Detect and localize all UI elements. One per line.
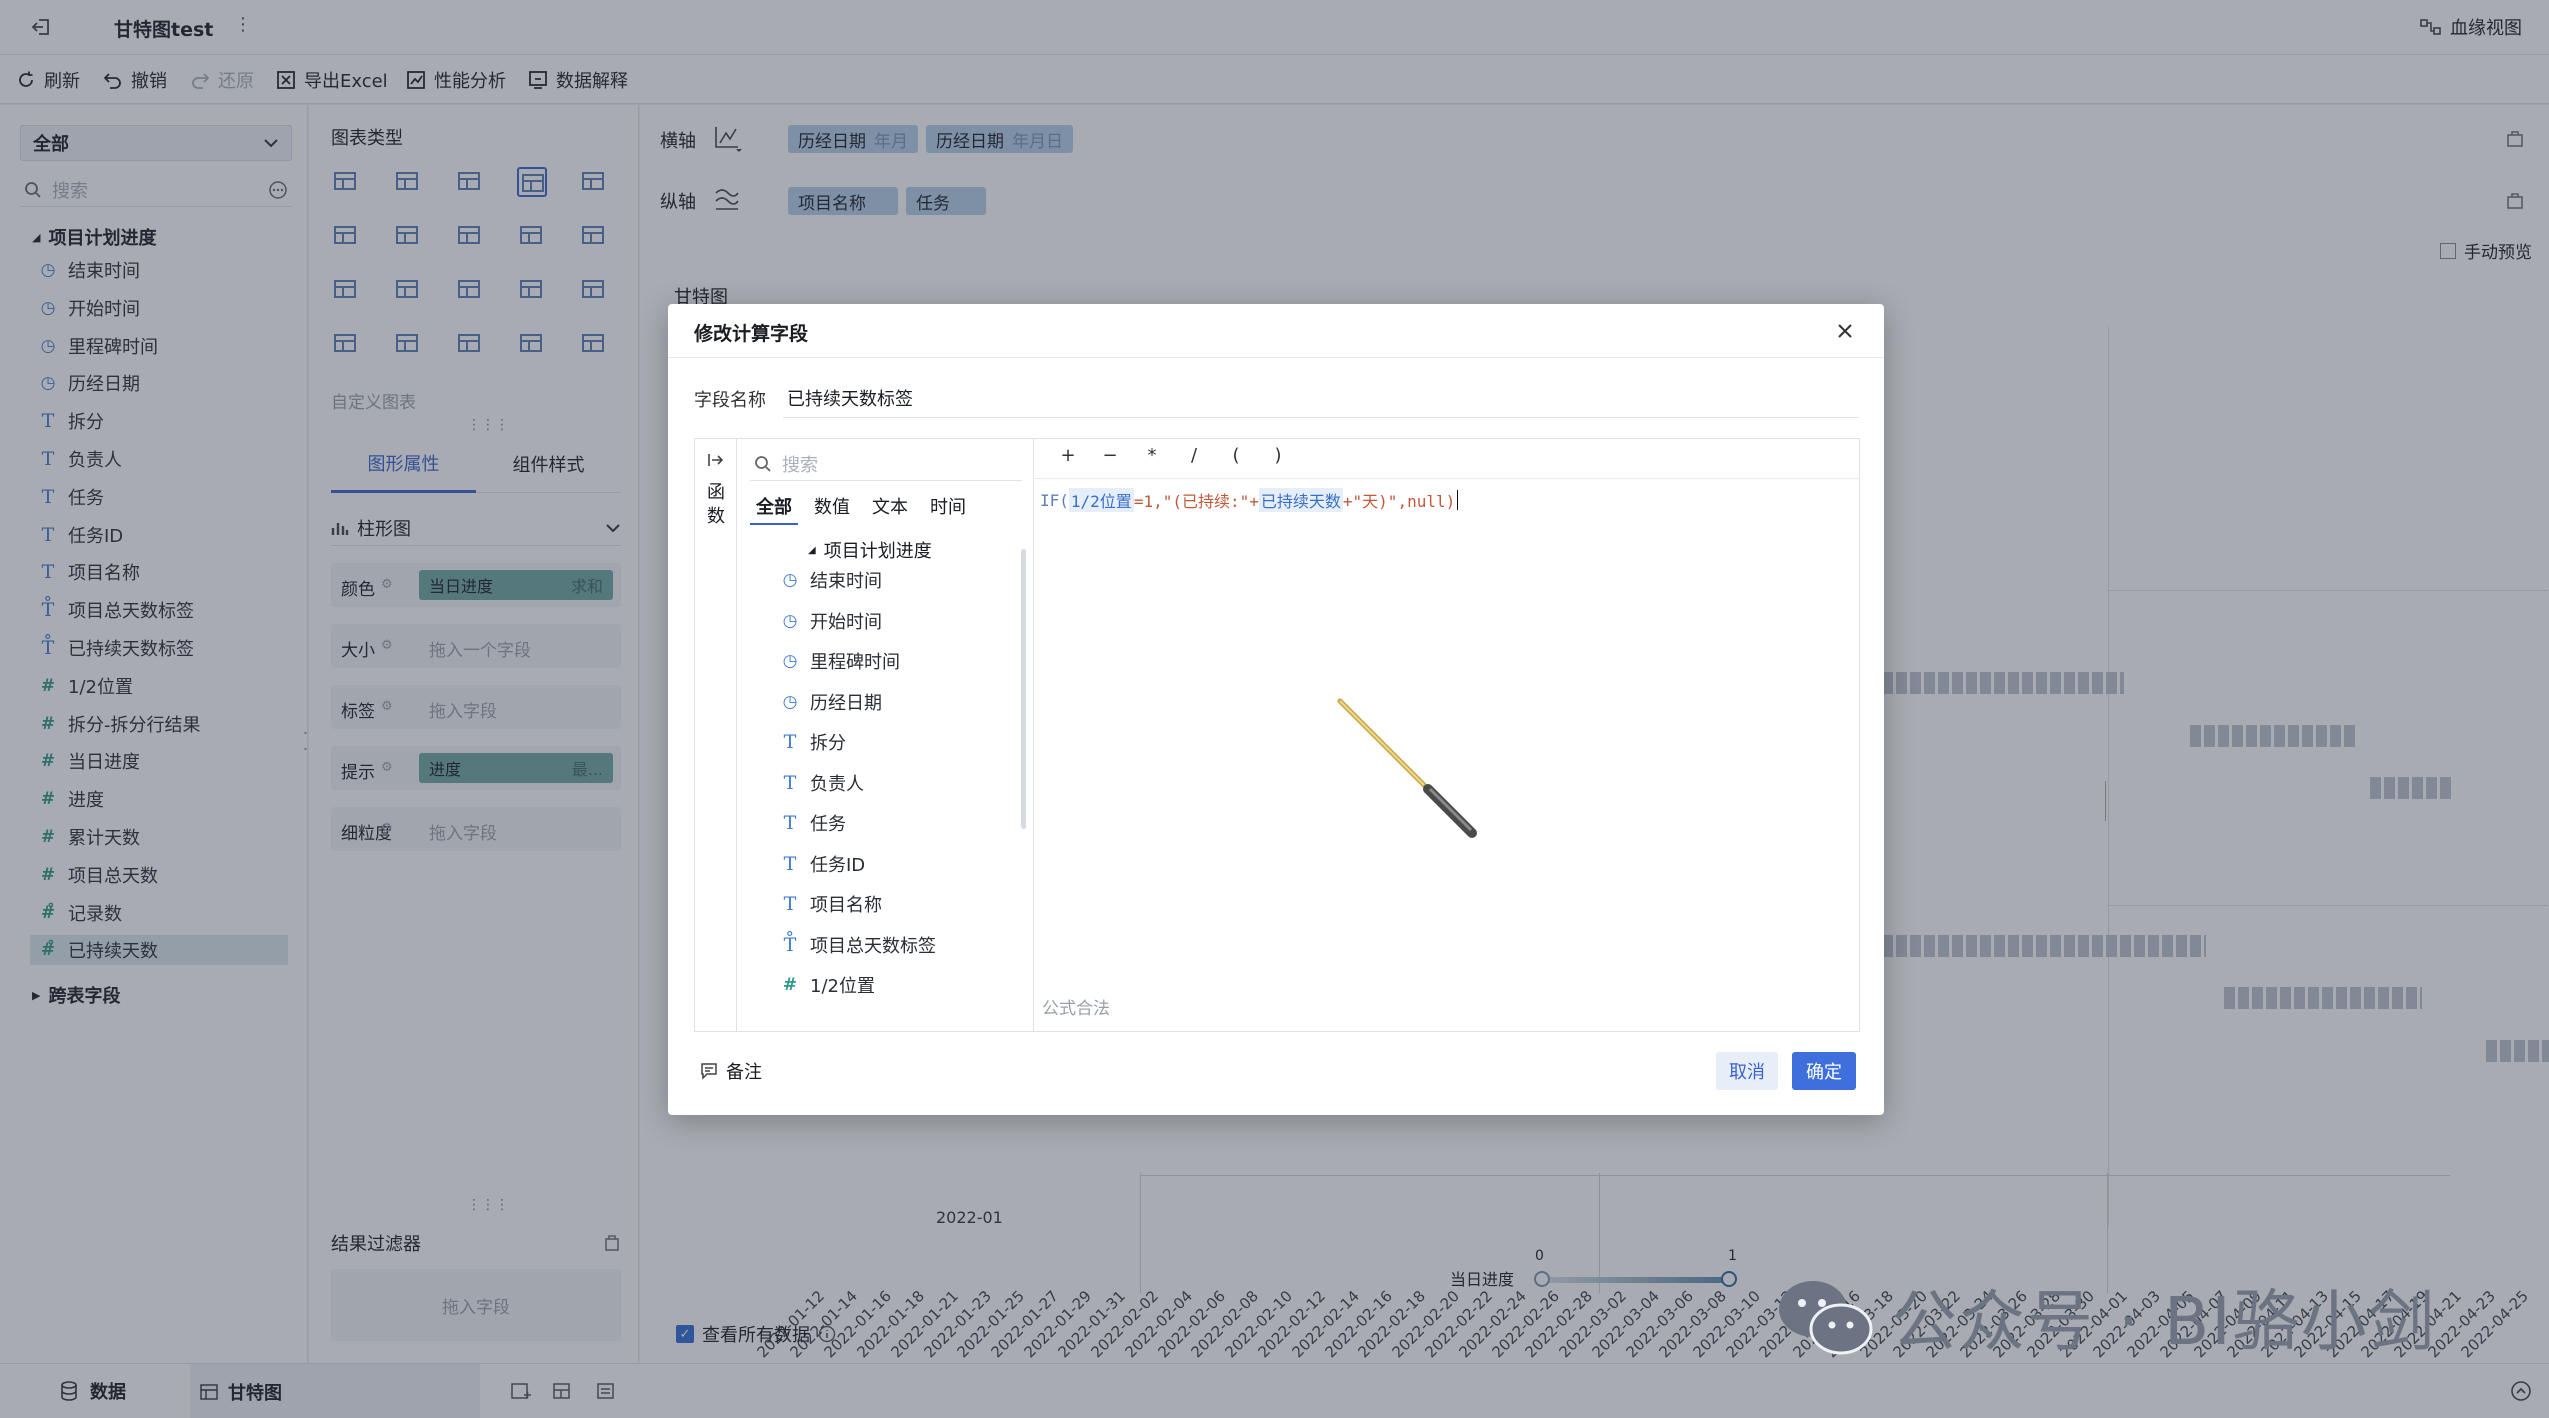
- operator-button[interactable]: ): [1257, 445, 1299, 466]
- type-filter-tab[interactable]: 数值: [808, 493, 856, 525]
- text-field-icon: T: [783, 771, 797, 794]
- scrollbar[interactable]: [1021, 549, 1026, 829]
- calc-text-field-icon: T̊: [783, 933, 797, 956]
- operator-button[interactable]: (: [1215, 445, 1257, 466]
- formula-field-ref[interactable]: 1/2位置: [1068, 488, 1134, 512]
- picker-field-item[interactable]: T 负责人: [780, 768, 864, 798]
- formula-field-ref[interactable]: 已持续天数: [1258, 488, 1343, 512]
- type-filter-tab[interactable]: 全部: [750, 493, 798, 525]
- picker-search-placeholder: 搜索: [782, 454, 818, 476]
- picker-field-label: 开始时间: [810, 611, 882, 633]
- operator-button[interactable]: *: [1131, 445, 1173, 466]
- formula-input[interactable]: IF(1/2位置 =1,"(已持续:"+ 已持续天数 +"天)",null): [1040, 488, 1459, 512]
- watermark-text: 公众号 · BI骆小剑: [1891, 1283, 2437, 1360]
- picker-field-item[interactable]: T 项目名称: [780, 889, 882, 919]
- cancel-button[interactable]: 取消: [1716, 1052, 1778, 1090]
- function-tab[interactable]: 函数: [706, 481, 726, 529]
- note-label: 备注: [726, 1062, 762, 1083]
- function-sidebar: 函数: [695, 439, 737, 1031]
- note-button[interactable]: 备注: [700, 1058, 762, 1084]
- clock-icon: ◷: [782, 651, 798, 671]
- dialog-title: 修改计算字段: [694, 323, 809, 345]
- field-name-label: 字段名称: [694, 390, 766, 411]
- clock-icon: ◷: [782, 570, 798, 590]
- picker-field-label: 结束时间: [810, 571, 882, 592]
- editor-pen-illustration: [1337, 698, 1477, 838]
- field-name-input[interactable]: 已持续天数标签: [783, 378, 1859, 418]
- text-cursor: [1457, 490, 1459, 510]
- operator-bar: + − * /(): [1035, 439, 1859, 479]
- formula-func: IF(: [1040, 490, 1069, 510]
- picker-field-label: 里程碑时间: [810, 652, 900, 673]
- picker-field-item[interactable]: ◷ 结束时间: [780, 565, 882, 595]
- text-field-icon: T: [783, 812, 797, 834]
- picker-field-item[interactable]: T 任务: [780, 808, 846, 838]
- picker-field-item[interactable]: #1/2位置: [780, 970, 875, 1000]
- watermark: 公众号 · BI骆小剑: [1775, 1268, 2437, 1364]
- text-field-icon: T: [783, 731, 797, 753]
- caret-down-icon: ◢: [808, 544, 816, 556]
- operator-button[interactable]: −: [1089, 445, 1131, 466]
- picker-field-item[interactable]: ◷ 开始时间: [780, 606, 882, 636]
- formula-text: =1,"(已持续:"+: [1133, 492, 1259, 511]
- picker-field-item[interactable]: T 任务ID: [780, 849, 866, 879]
- picker-field-label: 任务: [810, 814, 846, 835]
- picker-group[interactable]: ◢ 项目计划进度: [808, 537, 932, 563]
- picker-field-label: 1/2位置: [810, 976, 875, 997]
- edit-calculated-field-dialog: 修改计算字段 字段名称 已持续天数标签 函数 搜索 全部 数值 文本 时间 ◢ 项目计划…: [668, 304, 1884, 1115]
- picker-field-label: 历经日期: [810, 692, 882, 714]
- picker-field-item[interactable]: ◷ 历经日期: [780, 687, 882, 717]
- type-filter-tab[interactable]: 时间: [924, 493, 972, 525]
- picker-field-label: 项目总天数标签: [810, 935, 936, 957]
- picker-field-label: 项目名称: [810, 895, 882, 916]
- number-field-icon: #: [782, 975, 798, 995]
- formula-text: +"天)",null): [1342, 492, 1456, 511]
- picker-field-item[interactable]: ◷ 里程碑时间: [780, 646, 900, 676]
- picker-field-item[interactable]: T̊ 项目总天数标签: [780, 930, 936, 960]
- clock-icon: ◷: [782, 610, 798, 631]
- operator-button[interactable]: /: [1173, 445, 1215, 466]
- picker-field-label: 负责人: [810, 773, 864, 795]
- picker-field-label: 任务ID: [810, 854, 866, 876]
- clock-icon: ◷: [782, 691, 798, 712]
- operator-button[interactable]: +: [1047, 445, 1089, 466]
- wechat-logo-icon: [1779, 1281, 1873, 1355]
- close-icon[interactable]: [1836, 322, 1854, 340]
- picker-field-label: 拆分: [810, 733, 846, 754]
- formula-status: 公式合法: [1042, 999, 1110, 1019]
- type-filter-tab[interactable]: 文本: [866, 493, 914, 525]
- picker-group-label: 项目计划进度: [823, 541, 932, 562]
- text-field-icon: T: [783, 893, 797, 915]
- text-field-icon: T: [783, 852, 797, 875]
- type-filter-tabs: 全部 数值 文本 时间: [750, 493, 972, 525]
- comment-icon: [701, 1063, 717, 1080]
- picker-search[interactable]: 搜索: [750, 447, 1022, 481]
- field-picker: 搜索 全部 数值 文本 时间 ◢ 项目计划进度 ◷ 结束时间 ◷ 开始时间 ◷ 里程碑时间 ◷ 历经日…: [738, 439, 1034, 1031]
- search-icon: [755, 455, 771, 472]
- confirm-button[interactable]: 确定: [1792, 1052, 1856, 1090]
- picker-field-item[interactable]: T 拆分: [780, 727, 846, 757]
- expand-icon[interactable]: [707, 451, 725, 469]
